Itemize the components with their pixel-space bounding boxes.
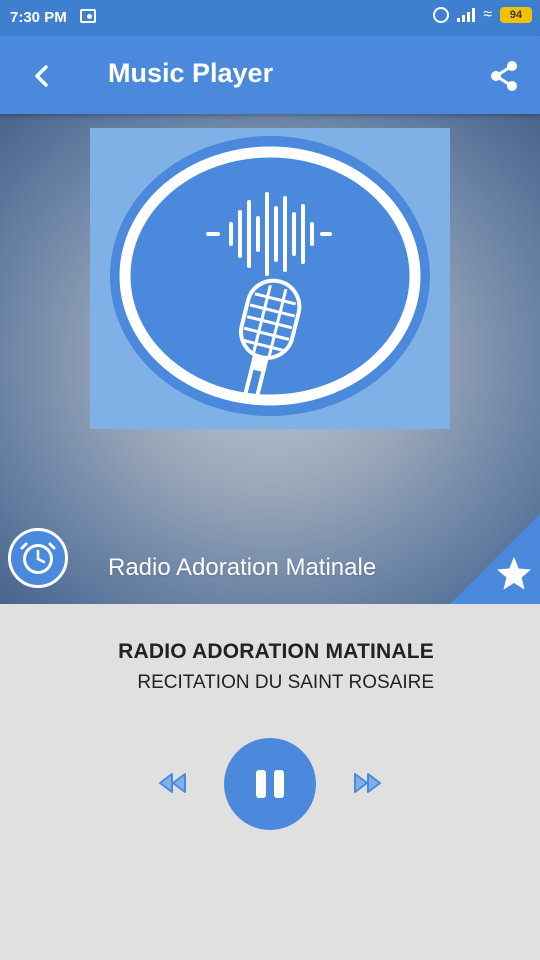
station-artwork bbox=[90, 128, 450, 429]
track-title: RADIO ADORATION MATINALE bbox=[118, 640, 434, 663]
status-time: 7:30 PM bbox=[10, 9, 67, 26]
favorite-button[interactable] bbox=[450, 514, 540, 604]
station-name: Radio Adoration Matinale bbox=[108, 554, 377, 581]
pause-icon bbox=[256, 770, 284, 798]
clock-icon bbox=[20, 542, 56, 574]
status-bar: 7:30 PM ≈ 94 bbox=[0, 0, 540, 36]
fast-forward-button[interactable] bbox=[350, 768, 384, 798]
back-button[interactable] bbox=[22, 56, 62, 96]
fast-forward-icon bbox=[354, 773, 381, 793]
share-button[interactable] bbox=[484, 56, 524, 96]
signal-icon bbox=[457, 8, 476, 22]
app-bar: Music Player bbox=[0, 36, 540, 114]
now-playing-info: RADIO ADORATION MATINALE RECITATION DU S… bbox=[0, 604, 540, 960]
battery-icon: 94 bbox=[500, 7, 532, 23]
wifi-icon: ≈ bbox=[483, 6, 492, 23]
rewind-icon bbox=[159, 773, 186, 793]
rewind-button[interactable] bbox=[156, 768, 190, 798]
play-pause-button[interactable] bbox=[224, 738, 316, 830]
chevron-left-icon bbox=[35, 65, 48, 87]
track-subtitle: RECITATION DU SAINT ROSAIRE bbox=[137, 672, 434, 693]
status-icons: ≈ 94 bbox=[433, 7, 532, 23]
page-title: Music Player bbox=[108, 58, 274, 88]
playback-controls bbox=[0, 738, 540, 830]
radio-icon bbox=[80, 9, 96, 23]
share-icon bbox=[491, 61, 517, 91]
alarm-icon bbox=[433, 7, 450, 23]
microphone-soundwave-icon bbox=[110, 136, 430, 416]
now-playing-hero: Radio Adoration Matinale bbox=[0, 114, 540, 604]
sleep-timer-button[interactable] bbox=[8, 528, 68, 588]
